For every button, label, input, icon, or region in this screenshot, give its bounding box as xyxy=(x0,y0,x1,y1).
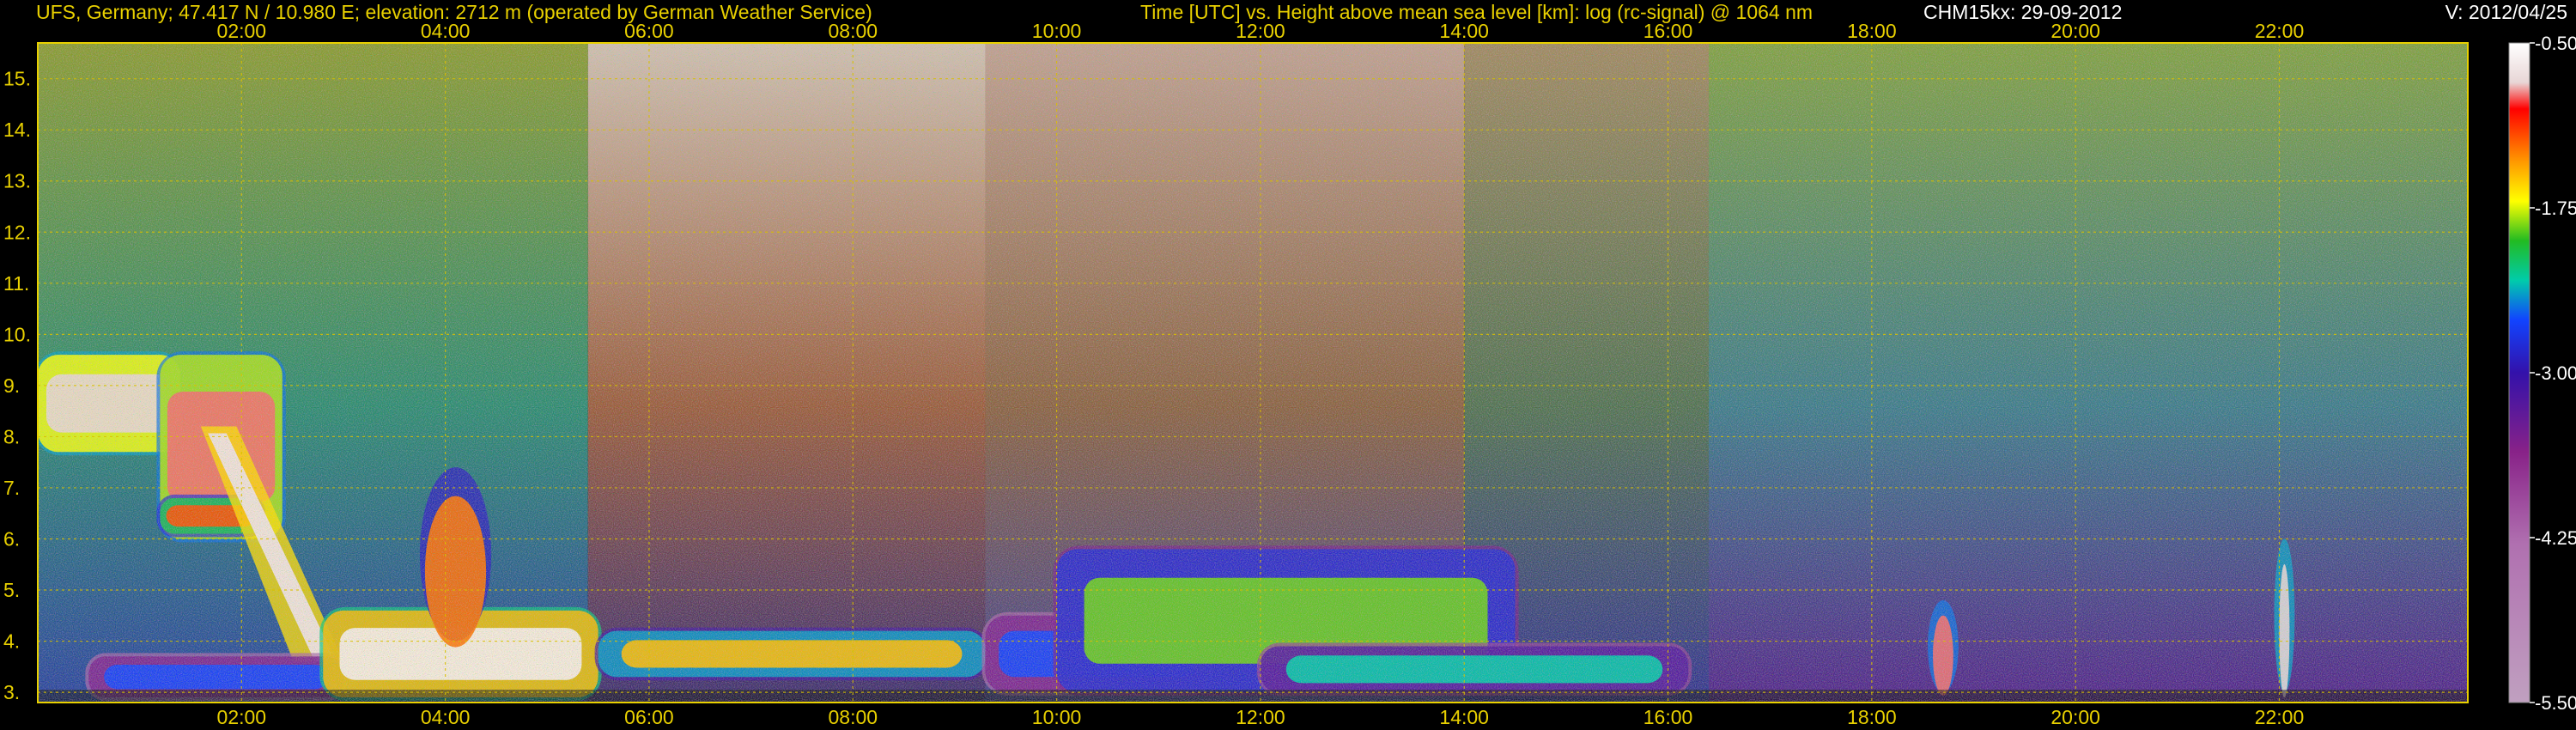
y-tick-label: 4. xyxy=(3,630,20,653)
y-tick-label: 10. xyxy=(3,323,31,345)
x-tick-label-top: 02:00 xyxy=(217,20,267,42)
colorbar-tick-labels: -0.50 -1.75 -3.00 -4.25 -5.50 xyxy=(2530,33,2576,714)
x-tick-label-bottom: 02:00 xyxy=(217,706,267,728)
x-tick-label-bottom: 12:00 xyxy=(1236,706,1285,728)
colorbar-tick-label: -3.00 xyxy=(2535,362,2576,384)
ceilometer-figure: UFS, Germany; 47.417 N / 10.980 E; eleva… xyxy=(3,1,2576,728)
y-tick-label: 12. xyxy=(3,221,31,243)
x-tick-label-bottom: 18:00 xyxy=(1847,706,1897,728)
x-tick-label-top: 04:00 xyxy=(421,20,471,42)
y-tick-label: 8. xyxy=(3,425,20,447)
y-tick-label: 7. xyxy=(3,477,20,499)
x-tick-labels-bottom: 02:00 04:00 06:00 08:00 10:00 12:00 14:00 16:00… xyxy=(217,706,2305,728)
x-tick-label-top: 12:00 xyxy=(1236,20,1285,42)
version-label: V: 2012/04/25 xyxy=(2445,1,2567,23)
x-tick-label-bottom: 04:00 xyxy=(421,706,471,728)
x-tick-label-bottom: 16:00 xyxy=(1643,706,1693,728)
y-tick-label: 5. xyxy=(3,579,20,601)
y-tick-label: 15. xyxy=(3,68,31,90)
x-tick-label-bottom: 10:00 xyxy=(1032,706,1082,728)
heatmap-plot xyxy=(37,42,2469,703)
x-tick-label-top: 08:00 xyxy=(828,20,878,42)
x-tick-label-top: 18:00 xyxy=(1847,20,1897,42)
x-tick-label-top: 06:00 xyxy=(624,20,674,42)
colorbar-tick-label: -0.50 xyxy=(2535,33,2576,54)
x-tick-label-bottom: 22:00 xyxy=(2255,706,2305,728)
colorbar: -0.50 -1.75 -3.00 -4.25 -5.50 xyxy=(2508,33,2576,714)
x-tick-label-top: 22:00 xyxy=(2255,20,2305,42)
x-tick-label-bottom: 14:00 xyxy=(1439,706,1489,728)
y-tick-labels: 3. 4. 5. 6. 7. 8. 9. 10. 11. 12. 13. 14. 15. xyxy=(3,68,31,703)
y-tick-label: 9. xyxy=(3,374,20,397)
colorbar-tick-label: -5.50 xyxy=(2535,692,2576,714)
y-tick-label: 14. xyxy=(3,119,31,141)
x-tick-label-top: 20:00 xyxy=(2050,20,2100,42)
x-tick-label-top: 10:00 xyxy=(1032,20,1082,42)
y-tick-label: 6. xyxy=(3,527,20,550)
colorbar-tick-label: -1.75 xyxy=(2535,198,2576,219)
x-tick-label-bottom: 20:00 xyxy=(2050,706,2100,728)
x-tick-label-bottom: 06:00 xyxy=(624,706,674,728)
x-tick-label-top: 14:00 xyxy=(1439,20,1489,42)
y-tick-label: 13. xyxy=(3,170,31,192)
y-tick-label: 11. xyxy=(3,272,29,295)
x-tick-label-top: 16:00 xyxy=(1643,20,1693,42)
noise-texture xyxy=(38,43,2468,703)
colorbar-scale xyxy=(2508,42,2530,703)
x-tick-label-bottom: 08:00 xyxy=(828,706,878,728)
y-tick-label: 3. xyxy=(3,681,20,703)
colorbar-tick-label: -4.25 xyxy=(2535,527,2576,549)
